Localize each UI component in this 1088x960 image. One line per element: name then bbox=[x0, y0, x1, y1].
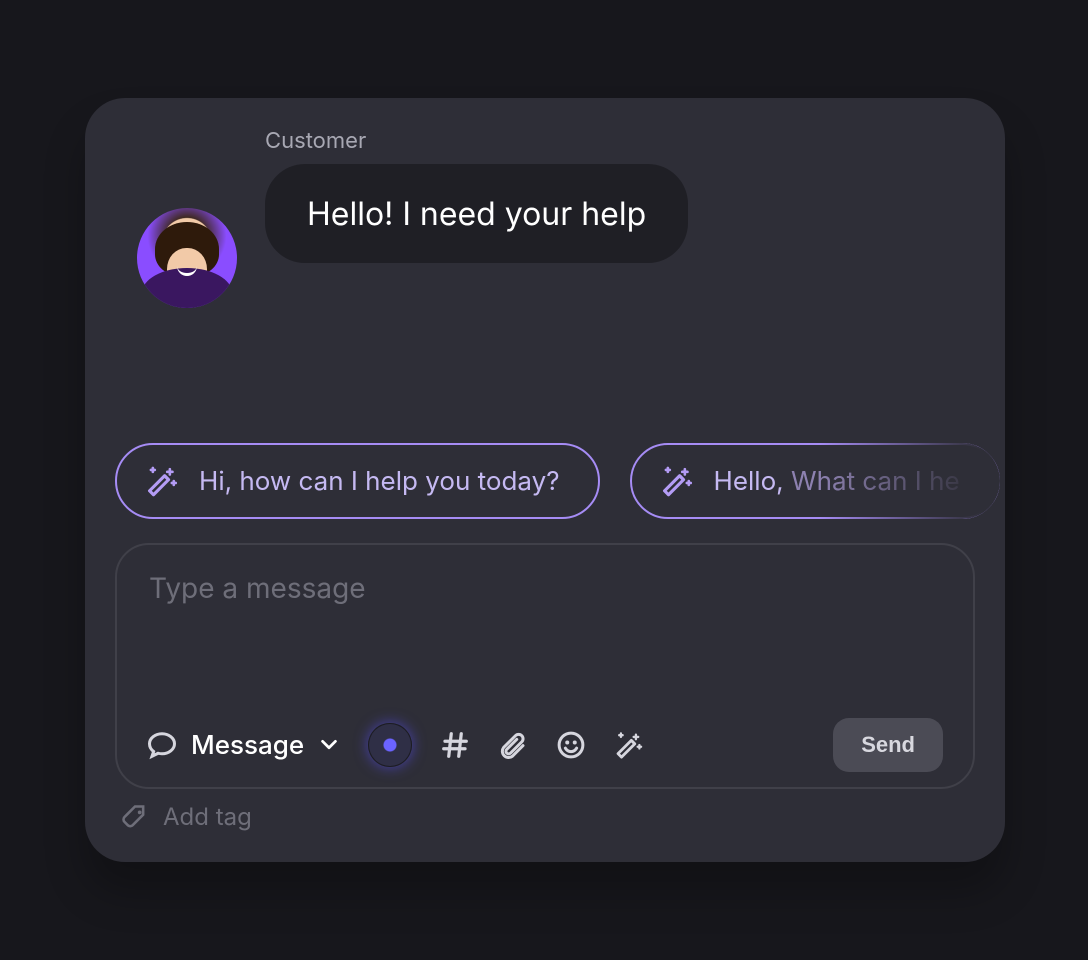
avatar bbox=[137, 208, 237, 308]
suggestion-text: Hello, What can I he bbox=[714, 466, 960, 497]
magic-wand-icon bbox=[660, 464, 694, 498]
message-type-selector[interactable]: Message bbox=[147, 730, 340, 761]
hash-icon[interactable] bbox=[440, 730, 470, 760]
suggestion-row: Hi, how can I help you today? Hello, Wha… bbox=[115, 443, 1000, 519]
message-type-label: Message bbox=[191, 730, 304, 761]
chat-bubble-icon bbox=[147, 730, 177, 760]
suggestion-text: Hi, how can I help you today? bbox=[199, 466, 560, 497]
composer-toolbar: Message Send bbox=[147, 717, 943, 773]
message-bubble: Hello! I need your help bbox=[265, 164, 688, 263]
send-button[interactable]: Send bbox=[833, 718, 943, 772]
emoji-icon[interactable] bbox=[556, 730, 586, 760]
tag-icon bbox=[121, 803, 149, 831]
chevron-down-icon bbox=[318, 734, 340, 756]
add-tag-button[interactable]: Add tag bbox=[121, 802, 252, 831]
voice-icon[interactable] bbox=[368, 723, 412, 767]
composer: Message Send bbox=[115, 543, 975, 789]
suggestion-chip[interactable]: Hi, how can I help you today? bbox=[115, 443, 600, 519]
paperclip-icon[interactable] bbox=[498, 730, 528, 760]
suggestion-chip[interactable]: Hello, What can I he bbox=[630, 443, 1000, 519]
add-tag-label: Add tag bbox=[163, 802, 252, 831]
message-input[interactable] bbox=[147, 569, 943, 717]
chat-panel: Customer Hello! I need your help Hi, how… bbox=[85, 98, 1005, 862]
magic-wand-icon[interactable] bbox=[614, 730, 644, 760]
magic-wand-icon bbox=[145, 464, 179, 498]
sender-label: Customer bbox=[265, 128, 366, 154]
